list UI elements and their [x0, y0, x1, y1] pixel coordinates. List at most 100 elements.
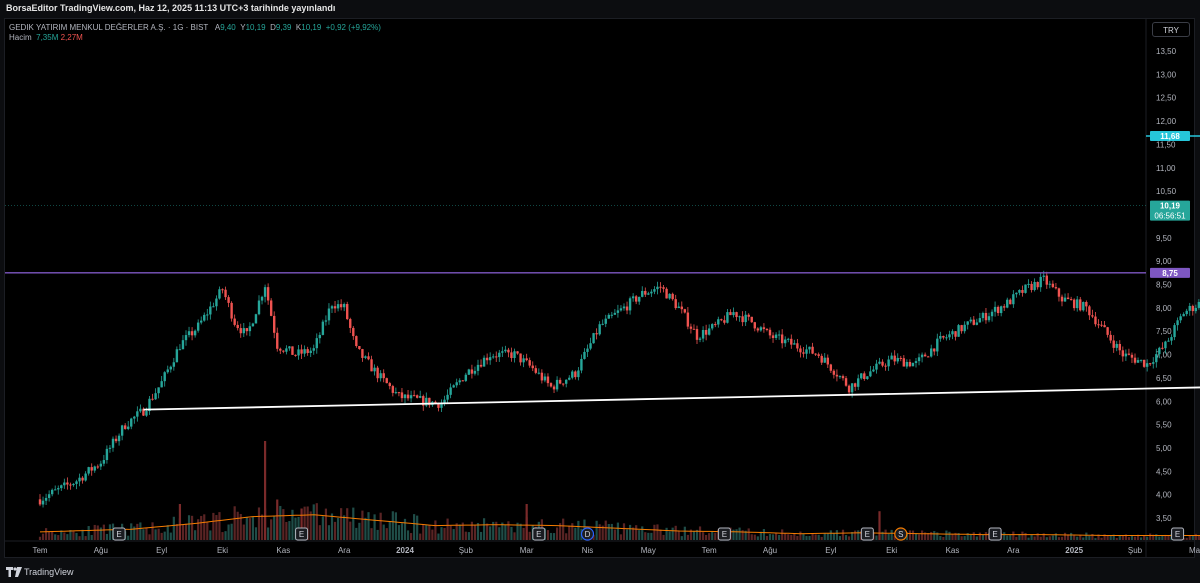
candle-body: [835, 374, 839, 377]
y-axis-tick: 12,00: [1156, 117, 1177, 126]
candle-body: [206, 314, 209, 316]
candle-body: [610, 314, 614, 316]
candle-body: [473, 370, 477, 374]
candle-body: [911, 362, 915, 367]
candle-body: [847, 385, 851, 393]
volume-bar: [90, 535, 93, 540]
candle-body: [1161, 347, 1164, 349]
volume-bar: [610, 523, 613, 540]
y-axis-tick: 5,00: [1156, 444, 1172, 453]
candle-body: [966, 321, 969, 325]
volume-bar: [248, 518, 251, 540]
volume-bar: [820, 536, 823, 540]
volume-bar: [413, 514, 416, 540]
volume-bar: [1109, 535, 1112, 540]
candle-body: [607, 314, 610, 319]
candle-body: [504, 349, 507, 352]
support-trendline[interactable]: [143, 379, 1200, 411]
candle-body: [926, 356, 930, 358]
candle-body: [376, 367, 379, 379]
volume-bar: [367, 512, 370, 540]
volume-label: Hacim: [9, 33, 32, 42]
volume-bar: [571, 523, 574, 540]
volume-bar: [1012, 531, 1015, 540]
price-chart[interactable]: 13,5013,0012,5012,0011,5011,0010,5010,00…: [0, 0, 1200, 583]
price-label: 11,68: [1160, 132, 1180, 141]
candle-body: [172, 362, 176, 367]
candle-body: [190, 331, 194, 336]
candle-body: [957, 325, 960, 337]
candle-body: [102, 460, 106, 464]
candle-body: [896, 357, 899, 362]
x-axis-tick: Eki: [886, 546, 897, 555]
volume-bar: [832, 533, 835, 540]
candle-body: [622, 306, 626, 309]
volume-bar: [1060, 536, 1064, 540]
candle-body: [975, 322, 979, 325]
volume-bar: [939, 536, 942, 540]
volume-bar: [221, 532, 224, 540]
candle-body: [285, 348, 288, 352]
candle-body: [595, 333, 598, 335]
candle-body: [1158, 347, 1161, 355]
volume-bar: [96, 525, 99, 540]
volume-bar: [705, 534, 708, 540]
volume-bar: [565, 533, 568, 540]
candle-body: [318, 334, 322, 339]
candle-body: [297, 349, 300, 356]
candle-body: [1115, 343, 1118, 348]
candle-body: [1191, 305, 1194, 312]
candle-body: [753, 322, 756, 329]
volume-bar: [711, 531, 714, 540]
candle-body: [1094, 316, 1097, 325]
currency-button[interactable]: TRY: [1152, 22, 1190, 37]
candle-body: [768, 329, 772, 336]
candle-body: [117, 435, 121, 442]
volume-bar: [330, 513, 334, 540]
x-axis-tick: 2025: [1065, 546, 1083, 555]
candle-body: [631, 296, 635, 299]
volume-bar: [598, 524, 601, 540]
candle-body: [574, 371, 577, 378]
candle-body: [1182, 314, 1185, 317]
volume-bar: [260, 514, 264, 540]
candle-body: [54, 489, 57, 491]
candle-body: [96, 466, 99, 468]
candle-body: [674, 299, 677, 309]
candle-body: [756, 328, 760, 331]
volume-bar: [197, 519, 200, 540]
volume-value: 7,35M: [36, 33, 59, 42]
candle-body: [1194, 307, 1198, 312]
symbol-name: GEDIK YATIRIM MENKUL DEĞERLER A.Ş. · 1G …: [9, 23, 209, 32]
candle-body: [808, 346, 811, 350]
candle-body: [546, 376, 550, 384]
volume-bar: [774, 533, 778, 540]
candle-body: [108, 447, 112, 449]
volume-bar: [671, 527, 674, 540]
candle-body: [330, 306, 334, 309]
volume-bar: [63, 532, 66, 540]
volume-bar: [595, 520, 598, 540]
volume-bar: [333, 521, 337, 540]
volume-bar: [647, 532, 650, 540]
candle-body: [1051, 283, 1055, 288]
candle-body: [279, 348, 282, 351]
volume-bar: [336, 517, 340, 540]
candle-body: [349, 319, 352, 328]
candle-body: [111, 438, 115, 448]
candle-body: [1164, 341, 1167, 349]
candle-body: [1018, 289, 1021, 293]
volume-bar: [288, 521, 291, 540]
candle-body: [136, 411, 139, 417]
candle-body: [1139, 359, 1143, 361]
candle-body: [525, 358, 528, 361]
candle-body: [908, 361, 912, 367]
candle-body: [996, 306, 1000, 314]
volume-bar: [145, 527, 148, 540]
volume-bar: [808, 535, 811, 540]
candle-body: [698, 338, 702, 340]
candle-body: [987, 316, 991, 321]
candle-body: [81, 477, 84, 481]
candle-body: [157, 387, 160, 394]
volume-bar: [108, 524, 112, 540]
